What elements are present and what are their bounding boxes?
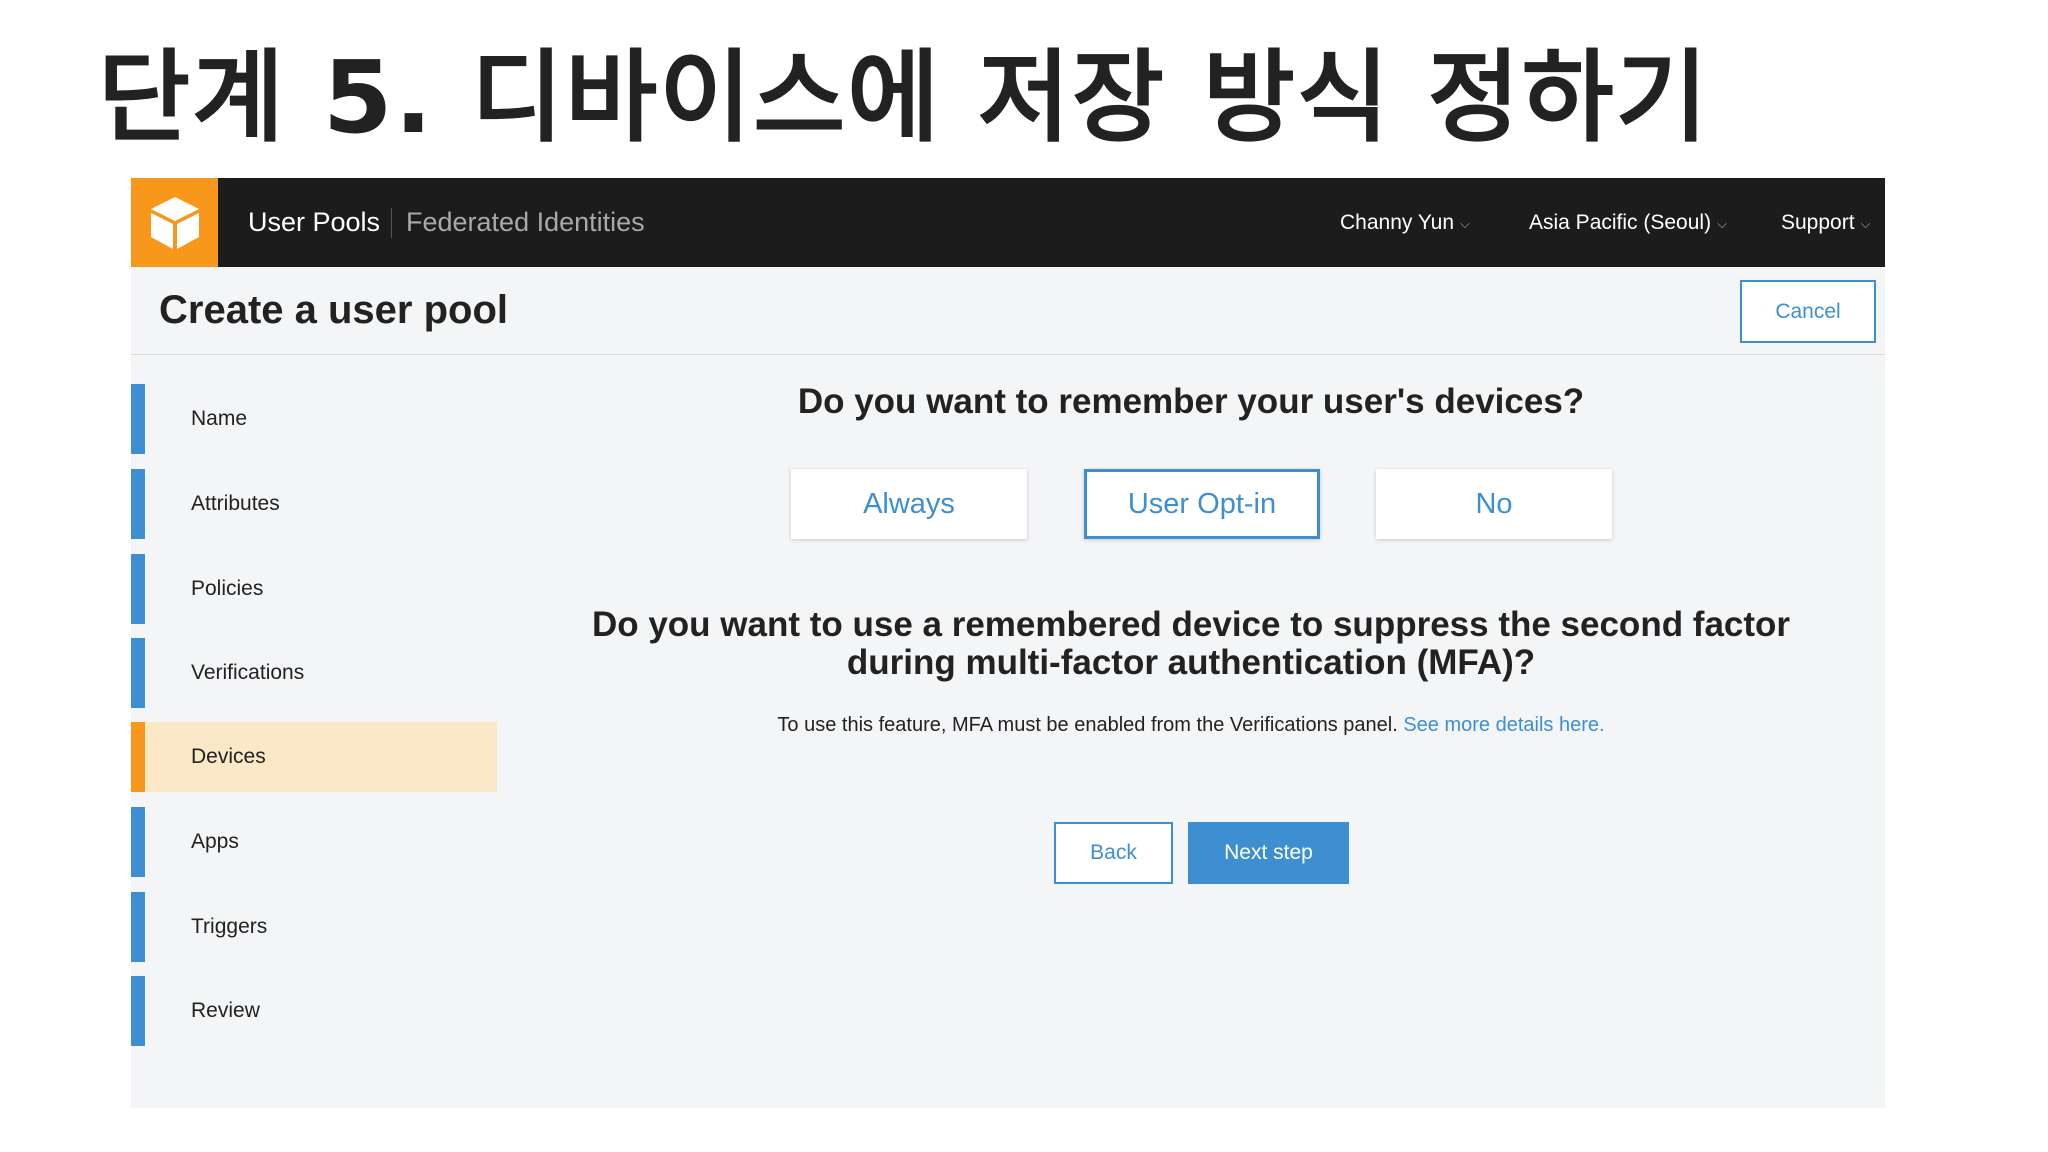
- sidebar-item-apps[interactable]: Apps: [131, 807, 497, 877]
- header-divider: [131, 354, 1885, 355]
- sidebar-item-verifications[interactable]: Verifications: [131, 638, 497, 708]
- step-indicator: [131, 638, 145, 708]
- sidebar-item-triggers[interactable]: Triggers: [131, 892, 497, 962]
- page-title: Create a user pool: [159, 288, 509, 332]
- sidebar-item-label: Devices: [191, 745, 266, 768]
- suppress-mfa-question: Do you want to use a remembered device t…: [497, 606, 1885, 682]
- back-button[interactable]: Back: [1054, 822, 1173, 884]
- cube-icon[interactable]: [131, 178, 218, 267]
- sidebar-item-review[interactable]: Review: [131, 976, 497, 1046]
- sidebar-item-label: Verifications: [191, 661, 305, 684]
- next-step-button[interactable]: Next step: [1188, 822, 1349, 884]
- step-indicator: [131, 554, 145, 624]
- chevron-down-icon: ⌵: [1717, 215, 1727, 231]
- question-line-1: Do you want to use a remembered device t…: [591, 605, 1791, 644]
- sidebar-item-label: Name: [191, 407, 248, 430]
- step-indicator: [131, 976, 145, 1046]
- cancel-button[interactable]: Cancel: [1740, 280, 1876, 343]
- sidebar-item-attributes[interactable]: Attributes: [131, 469, 497, 539]
- option-user-opt-in-button[interactable]: User Opt-in: [1084, 469, 1320, 539]
- step-indicator: [131, 384, 145, 454]
- sidebar-item-policies[interactable]: Policies: [131, 554, 497, 624]
- details-link[interactable]: See more details here.: [1403, 714, 1604, 736]
- console-window: User Pools Federated Identities Channy Y…: [131, 178, 1885, 1108]
- slide-title: 단계 5. 디바이스에 저장 방식 정하기: [98, 39, 1710, 156]
- option-no-button[interactable]: No: [1376, 469, 1612, 539]
- nav-user-pools[interactable]: User Pools: [248, 178, 380, 267]
- sidebar-item-label: Review: [191, 999, 260, 1022]
- sidebar-item-label: Apps: [191, 830, 239, 853]
- region-name: Asia Pacific (Seoul): [1529, 211, 1712, 234]
- step-indicator: [131, 892, 145, 962]
- sidebar-item-label: Attributes: [191, 492, 280, 515]
- chevron-down-icon: ⌵: [1860, 215, 1871, 231]
- hint-text: To use this feature, MFA must be enabled…: [777, 714, 1398, 736]
- remember-devices-question: Do you want to remember your user's devi…: [797, 382, 1585, 421]
- mfa-hint: To use this feature, MFA must be enabled…: [497, 714, 1885, 737]
- step-indicator: [131, 469, 145, 539]
- sidebar-item-name[interactable]: Name: [131, 384, 497, 454]
- user-name: Channy Yun: [1340, 211, 1455, 234]
- step-indicator: [131, 807, 145, 877]
- sidebar-item-label: Policies: [191, 577, 264, 600]
- support-label: Support: [1781, 211, 1855, 234]
- nav-divider: [391, 208, 392, 238]
- top-navbar: User Pools Federated Identities Channy Y…: [131, 178, 1885, 267]
- nav-federated-identities[interactable]: Federated Identities: [406, 178, 645, 267]
- option-always-button[interactable]: Always: [791, 469, 1027, 539]
- question-line-2: during multi-factor authentication (MFA)…: [846, 643, 1536, 682]
- step-indicator: [131, 722, 145, 792]
- support-menu[interactable]: Support ⌵: [1781, 178, 1870, 267]
- sidebar-item-label: Triggers: [191, 915, 268, 938]
- region-menu[interactable]: Asia Pacific (Seoul) ⌵: [1529, 178, 1727, 267]
- sidebar-item-devices[interactable]: Devices: [131, 722, 497, 792]
- user-menu[interactable]: Channy Yun ⌵: [1340, 178, 1470, 267]
- chevron-down-icon: ⌵: [1460, 215, 1470, 231]
